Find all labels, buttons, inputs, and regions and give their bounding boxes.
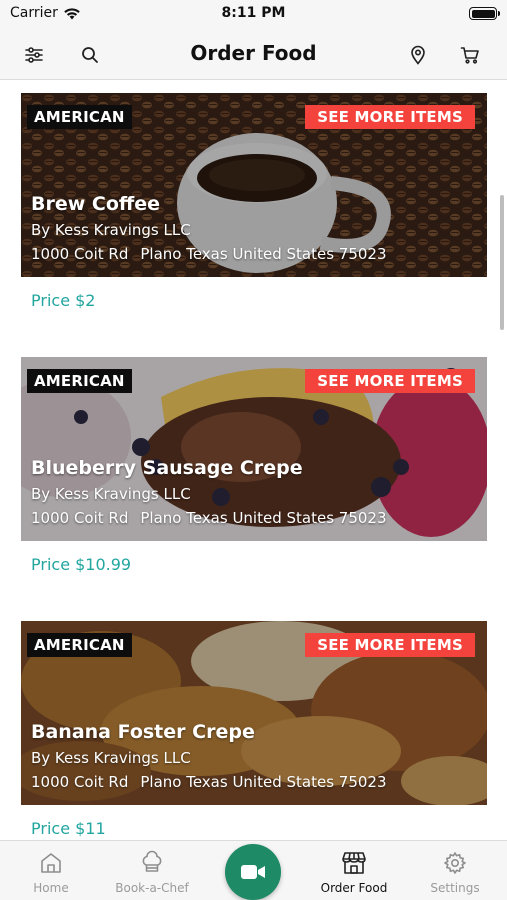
food-image[interactable]: AMERICAN SEE MORE ITEMS Banana Foster Cr… <box>21 621 487 805</box>
item-price: Price $10.99 <box>31 555 132 574</box>
tab-order-food[interactable]: Order Food <box>304 849 404 895</box>
cuisine-badge: AMERICAN <box>27 369 132 393</box>
food-card[interactable]: AMERICAN SEE MORE ITEMS Banana Foster Cr… <box>21 621 487 838</box>
see-more-items-button[interactable]: SEE MORE ITEMS <box>305 369 475 393</box>
battery-icon <box>469 7 500 20</box>
cart-icon[interactable] <box>458 43 482 67</box>
tab-home[interactable]: Home <box>1 849 101 895</box>
food-image[interactable]: AMERICAN SEE MORE ITEMS Blueberry Sausag… <box>21 357 487 541</box>
tab-book-a-chef[interactable]: Book-a-Chef <box>102 849 202 895</box>
tab-label: Home <box>33 881 69 895</box>
tab-bar: Home Book-a-Chef Order Food Settings <box>0 840 507 900</box>
tab-label: Book-a-Chef <box>115 881 189 895</box>
cuisine-badge: AMERICAN <box>27 633 132 657</box>
nav-bar: Order Food <box>0 30 507 80</box>
storefront-icon <box>304 849 404 877</box>
food-card[interactable]: AMERICAN SEE MORE ITEMS Blueberry Sausag… <box>21 357 487 574</box>
video-camera-icon <box>241 865 265 879</box>
tab-label: Order Food <box>320 881 388 895</box>
video-call-button[interactable] <box>225 844 281 900</box>
item-name: Blueberry Sausage Crepe <box>31 457 303 479</box>
address-street: 1000 Coit Rd <box>31 245 129 263</box>
battery-fill <box>471 9 495 18</box>
item-name: Banana Foster Crepe <box>31 721 255 743</box>
chef-hat-icon <box>102 849 202 877</box>
food-card[interactable]: AMERICAN SEE MORE ITEMS Brew Coffee By K… <box>21 93 487 310</box>
item-vendor: By Kess Kravings LLC <box>31 221 191 239</box>
food-image[interactable]: AMERICAN SEE MORE ITEMS Brew Coffee By K… <box>21 93 487 277</box>
tab-settings[interactable]: Settings <box>405 849 505 895</box>
item-address: 1000 Coit Rd Plano Texas United States 75… <box>31 245 387 263</box>
tab-label: Settings <box>430 881 480 895</box>
item-vendor: By Kess Kravings LLC <box>31 485 191 503</box>
location-pin-icon[interactable] <box>406 43 430 67</box>
address-street: 1000 Coit Rd <box>31 773 129 791</box>
item-vendor: By Kess Kravings LLC <box>31 749 191 767</box>
gear-icon <box>405 849 505 877</box>
cuisine-badge: AMERICAN <box>27 105 132 129</box>
status-bar: Carrier 8:11 PM <box>0 0 507 30</box>
address-city: Plano Texas United States 75023 <box>140 245 387 263</box>
see-more-items-button[interactable]: SEE MORE ITEMS <box>305 633 475 657</box>
page-title: Order Food <box>190 41 317 65</box>
item-price: Price $2 <box>31 291 96 310</box>
scrollbar[interactable] <box>500 195 504 330</box>
item-address: 1000 Coit Rd Plano Texas United States 75… <box>31 509 387 527</box>
item-name: Brew Coffee <box>31 193 161 215</box>
see-more-items-button[interactable]: SEE MORE ITEMS <box>305 105 475 129</box>
item-address: 1000 Coit Rd Plano Texas United States 75… <box>31 773 387 791</box>
status-time: 8:11 PM <box>221 5 286 21</box>
address-city: Plano Texas United States 75023 <box>140 773 387 791</box>
address-street: 1000 Coit Rd <box>31 509 129 527</box>
food-list[interactable]: AMERICAN SEE MORE ITEMS Brew Coffee By K… <box>0 80 507 840</box>
item-price: Price $11 <box>31 819 106 838</box>
address-city: Plano Texas United States 75023 <box>140 509 387 527</box>
home-icon <box>1 849 101 877</box>
